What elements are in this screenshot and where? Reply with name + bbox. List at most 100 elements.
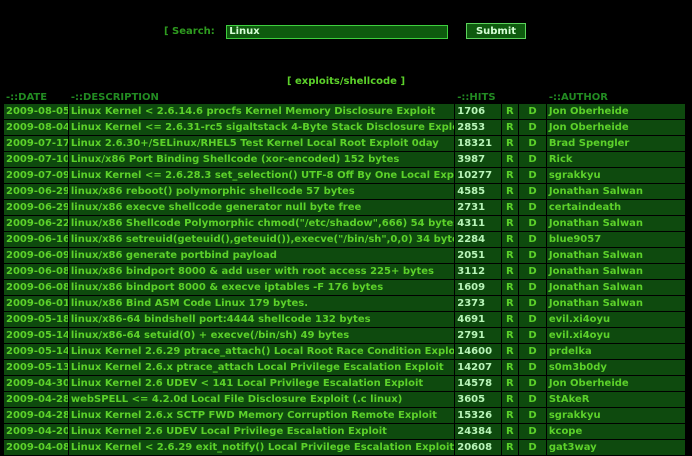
row-hits: 4585 xyxy=(455,184,501,200)
row-description-link[interactable]: linux/x86 bindport 8000 & add user with … xyxy=(68,264,455,280)
row-description-link[interactable]: Linux Kernel 2.6.x ptrace_attach Local P… xyxy=(68,360,455,376)
row-description-link[interactable]: Linux/x86 Port Binding Shellcode (xor-en… xyxy=(68,152,455,168)
row-download-link[interactable]: D xyxy=(519,104,546,120)
row-download-link[interactable]: D xyxy=(519,424,546,440)
row-download-link[interactable]: D xyxy=(519,392,546,408)
row-raw-link[interactable]: R xyxy=(501,296,519,312)
row-hits: 4311 xyxy=(455,216,501,232)
row-download-link[interactable]: D xyxy=(519,248,546,264)
row-raw-link[interactable]: R xyxy=(501,120,519,136)
section-title: [ exploits/shellcode ] xyxy=(286,76,406,87)
row-hits: 4691 xyxy=(455,312,501,328)
row-date: 2009-06-29 xyxy=(4,200,68,216)
row-download-link[interactable]: D xyxy=(519,344,546,360)
row-author-link[interactable]: Jonathan Salwan xyxy=(546,280,685,296)
row-description-link[interactable]: Linux 2.6.30+/SELinux/RHEL5 Test Kernel … xyxy=(68,136,455,152)
row-download-link[interactable]: D xyxy=(519,136,546,152)
row-download-link[interactable]: D xyxy=(519,120,546,136)
row-raw-link[interactable]: R xyxy=(501,360,519,376)
row-raw-link[interactable]: R xyxy=(501,280,519,296)
row-author-link[interactable]: sgrakkyu xyxy=(546,408,685,424)
row-raw-link[interactable]: R xyxy=(501,408,519,424)
row-author-link[interactable]: Jon Oberheide xyxy=(546,376,685,392)
row-raw-link[interactable]: R xyxy=(501,312,519,328)
row-author-link[interactable]: Jonathan Salwan xyxy=(546,184,685,200)
row-download-link[interactable]: D xyxy=(519,408,546,424)
row-download-link[interactable]: D xyxy=(519,264,546,280)
row-raw-link[interactable]: R xyxy=(501,200,519,216)
row-description-link[interactable]: Linux Kernel 2.6.x SCTP FWD Memory Corru… xyxy=(68,408,455,424)
row-download-link[interactable]: D xyxy=(519,232,546,248)
row-description-link[interactable]: linux/x86 execve shellcode generator nul… xyxy=(68,200,455,216)
search-input[interactable] xyxy=(226,24,449,39)
row-author-link[interactable]: Jonathan Salwan xyxy=(546,296,685,312)
row-raw-link[interactable]: R xyxy=(501,264,519,280)
row-download-link[interactable]: D xyxy=(519,280,546,296)
table-row: 2009-04-28 Linux Kernel 2.6.x SCTP FWD Me… xyxy=(4,408,685,424)
row-raw-link[interactable]: R xyxy=(501,248,519,264)
row-description-link[interactable]: linux/x86-64 bindshell port:4444 shellco… xyxy=(68,312,455,328)
row-description-link[interactable]: linux/x86 reboot() polymorphic shellcode… xyxy=(68,184,455,200)
row-author-link[interactable]: evil.xi4oyu xyxy=(546,312,685,328)
row-author-link[interactable]: s0m3b0dy xyxy=(546,360,685,376)
row-author-link[interactable]: prdelka xyxy=(546,344,685,360)
row-raw-link[interactable]: R xyxy=(501,216,519,232)
row-download-link[interactable]: D xyxy=(519,184,546,200)
header-r xyxy=(501,91,519,104)
row-download-link[interactable]: D xyxy=(519,296,546,312)
row-description-link[interactable]: linux/x86 Shellcode Polymorphic chmod("/… xyxy=(68,216,455,232)
row-raw-link[interactable]: R xyxy=(501,328,519,344)
row-download-link[interactable]: D xyxy=(519,152,546,168)
row-description-link[interactable]: webSPELL <= 4.2.0d Local File Disclosure… xyxy=(68,392,455,408)
row-author-link[interactable]: Jon Oberheide xyxy=(546,120,685,136)
row-author-link[interactable]: Brad Spengler xyxy=(546,136,685,152)
row-description-link[interactable]: linux/x86 setreuid(geteuid(),geteuid()),… xyxy=(68,232,455,248)
table-row: 2009-05-13 Linux Kernel 2.6.x ptrace_atta… xyxy=(4,360,685,376)
row-author-link[interactable]: Jonathan Salwan xyxy=(546,248,685,264)
row-download-link[interactable]: D xyxy=(519,216,546,232)
row-raw-link[interactable]: R xyxy=(501,376,519,392)
row-author-link[interactable]: Jon Oberheide xyxy=(546,104,685,120)
row-hits: 14207 xyxy=(455,360,501,376)
row-raw-link[interactable]: R xyxy=(501,424,519,440)
row-author-link[interactable]: sgrakkyu xyxy=(546,168,685,184)
row-author-link[interactable]: StAkeR xyxy=(546,392,685,408)
row-download-link[interactable]: D xyxy=(519,376,546,392)
row-raw-link[interactable]: R xyxy=(501,136,519,152)
row-raw-link[interactable]: R xyxy=(501,184,519,200)
table-row: 2009-06-08 linux/x86 bindport 8000 & exec… xyxy=(4,280,685,296)
row-description-link[interactable]: linux/x86 bindport 8000 & execve iptable… xyxy=(68,280,455,296)
row-description-link[interactable]: linux/x86-64 setuid(0) + execve(/bin/sh)… xyxy=(68,328,455,344)
row-description-link[interactable]: Linux Kernel 2.6 UDEV Local Privilege Es… xyxy=(68,424,455,440)
row-description-link[interactable]: Linux Kernel < 2.6.14.6 procfs Kernel Me… xyxy=(68,104,455,120)
row-author-link[interactable]: Jonathan Salwan xyxy=(546,216,685,232)
row-raw-link[interactable]: R xyxy=(501,152,519,168)
row-description-link[interactable]: linux/x86 Bind ASM Code Linux 179 bytes. xyxy=(68,296,455,312)
row-date: 2009-05-14 xyxy=(4,344,68,360)
row-download-link[interactable]: D xyxy=(519,168,546,184)
row-description-link[interactable]: linux/x86 generate portbind payload xyxy=(68,248,455,264)
row-description-link[interactable]: Linux Kernel <= 2.6.28.3 set_selection()… xyxy=(68,168,455,184)
row-author-link[interactable]: kcope xyxy=(546,424,685,440)
row-description-link[interactable]: Linux Kernel <= 2.6.31-rc5 sigaltstack 4… xyxy=(68,120,455,136)
row-author-link[interactable]: Jonathan Salwan xyxy=(546,264,685,280)
row-download-link[interactable]: D xyxy=(519,328,546,344)
row-download-link[interactable]: D xyxy=(519,312,546,328)
row-raw-link[interactable]: R xyxy=(501,344,519,360)
submit-button[interactable]: Submit xyxy=(466,23,526,39)
row-description-link[interactable]: Linux Kernel 2.6 UDEV < 141 Local Privil… xyxy=(68,376,455,392)
row-raw-link[interactable]: R xyxy=(501,232,519,248)
row-author-link[interactable]: Rick xyxy=(546,152,685,168)
row-author-link[interactable]: certaindeath xyxy=(546,200,685,216)
row-download-link[interactable]: D xyxy=(519,360,546,376)
row-download-link[interactable]: D xyxy=(519,200,546,216)
row-author-link[interactable]: blue9057 xyxy=(546,232,685,248)
row-author-link[interactable]: evil.xi4oyu xyxy=(546,328,685,344)
row-raw-link[interactable]: R xyxy=(501,392,519,408)
row-raw-link[interactable]: R xyxy=(501,104,519,120)
header-description: -::DESCRIPTION xyxy=(68,91,455,104)
row-description-link[interactable]: Linux Kernel 2.6.29 ptrace_attach() Loca… xyxy=(68,344,455,360)
table-row: 2009-04-20 Linux Kernel 2.6 UDEV Local Pr… xyxy=(4,424,685,440)
table-row: 2009-08-04 Linux Kernel <= 2.6.31-rc5 sig… xyxy=(4,120,685,136)
row-raw-link[interactable]: R xyxy=(501,168,519,184)
